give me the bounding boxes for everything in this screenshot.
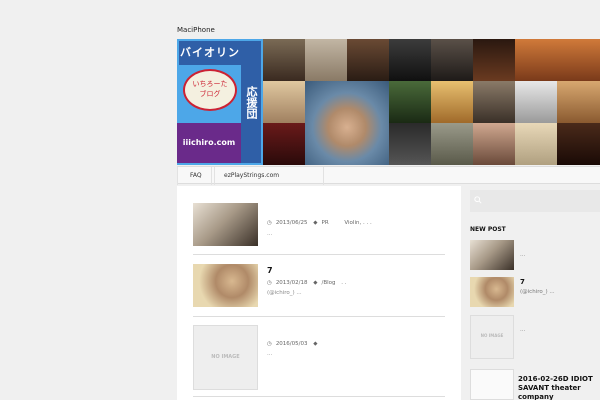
logo-speech-bubble: いちろーた ブログ	[183, 69, 237, 111]
photo-tile	[263, 39, 305, 81]
site-title[interactable]: MaciPhone	[177, 26, 215, 34]
bubble-line-2: ブログ	[199, 90, 221, 98]
photo-tile	[557, 123, 600, 165]
photo-tile	[431, 81, 473, 123]
sidebar-post-item[interactable]: 7 (@ichiro_) ...	[470, 277, 600, 307]
photo-tile	[515, 39, 600, 81]
logo-title: バイオリン	[179, 41, 241, 65]
photo-tile	[305, 39, 347, 81]
new-post-heading: NEW POST	[470, 226, 506, 233]
post-title[interactable]: 7	[267, 266, 273, 275]
post-date: 2016/05/03	[275, 341, 308, 347]
search-icon[interactable]	[474, 196, 482, 204]
photo-tile	[431, 39, 473, 81]
post-date: 2013/02/18	[275, 280, 308, 286]
photo-tile	[389, 39, 431, 81]
photo-tile	[177, 123, 263, 165]
photo-tile	[431, 123, 473, 165]
main-nav: FAQ ezPlayStrings.com	[177, 166, 600, 185]
post-extra: Violin, . . .	[344, 220, 372, 226]
sidebar-thumbnail[interactable]	[470, 369, 514, 400]
sidebar-post-excerpt: ...	[520, 327, 526, 333]
photo-tile	[473, 81, 515, 123]
photo-tile	[557, 81, 600, 123]
sidebar-post-item[interactable]: NO IMAGE ...	[470, 315, 600, 359]
post-thumbnail[interactable]	[193, 203, 258, 246]
photo-tile	[389, 81, 431, 123]
photo-tile	[515, 123, 557, 165]
post-item[interactable]: 7 ◷ 2013/02/18 ◆ /Blog . . (@ichiro_) ...	[193, 264, 445, 317]
clock-icon: ◷	[267, 341, 272, 347]
photo-tile	[263, 123, 305, 165]
post-meta: ◷ 2016/05/03 ◆	[267, 341, 322, 347]
post-tag[interactable]: PR	[322, 220, 329, 226]
sidebar-post-title[interactable]: 2016-02-26D IDIOT SAVANT theater company	[518, 375, 600, 400]
sidebar-post-excerpt: (@ichiro_) ...	[520, 289, 555, 295]
nav-item-ezplaystrings[interactable]: ezPlayStrings.com	[211, 167, 324, 185]
photo-tile	[305, 81, 389, 165]
sidebar-thumbnail[interactable]	[470, 277, 514, 307]
sidebar-post-item[interactable]: ...	[470, 240, 600, 270]
post-excerpt: ...	[267, 351, 273, 357]
post-excerpt: ...	[267, 231, 273, 237]
post-meta: ◷ 2013/06/25 ◆ PR Violin, . . .	[267, 220, 376, 226]
photo-tile	[515, 81, 557, 123]
photo-tile	[473, 39, 515, 81]
photo-tile	[473, 123, 515, 165]
nav-item-faq[interactable]: FAQ	[177, 167, 215, 185]
header-banner[interactable]: バイオリン 応援団 いちろーた ブログ iiichiro.com	[177, 39, 600, 165]
tag-icon: ◆	[313, 341, 318, 347]
tag-icon: ◆	[313, 280, 318, 286]
clock-icon: ◷	[267, 280, 272, 286]
sidebar-post-excerpt: ...	[520, 252, 526, 258]
post-list: ◷ 2013/06/25 ◆ PR Violin, . . . ... 7 ◷ 201…	[177, 186, 461, 400]
post-excerpt: (@ichiro_) ...	[267, 290, 302, 296]
sidebar-thumbnail-placeholder[interactable]: NO IMAGE	[470, 315, 514, 359]
post-meta: ◷ 2013/02/18 ◆ /Blog . .	[267, 280, 351, 286]
post-item[interactable]: NO IMAGE ◷ 2016/05/03 ◆ ...	[193, 325, 445, 397]
search-input[interactable]	[470, 190, 600, 212]
sidebar: NEW POST ... 7 (@ichiro_) ... NO IMAGE .…	[462, 186, 600, 400]
clock-icon: ◷	[267, 220, 272, 226]
tag-icon: ◆	[313, 220, 318, 226]
post-thumbnail[interactable]	[193, 264, 258, 307]
post-tag[interactable]: /Blog	[322, 280, 336, 286]
bubble-line-1: いちろーた	[192, 80, 228, 88]
post-date: 2013/06/25	[275, 220, 308, 226]
photo-tile	[389, 123, 431, 165]
post-extra: . .	[341, 280, 347, 286]
photo-tile	[347, 39, 389, 81]
photo-tile	[263, 81, 305, 123]
post-thumbnail-placeholder[interactable]: NO IMAGE	[193, 325, 258, 390]
sidebar-thumbnail[interactable]	[470, 240, 514, 270]
sidebar-post-item[interactable]: 2016-02-26D IDIOT SAVANT theater company	[470, 369, 600, 400]
post-item[interactable]: ◷ 2013/06/25 ◆ PR Violin, . . . ...	[193, 203, 445, 255]
sidebar-post-title[interactable]: 7	[520, 278, 525, 286]
